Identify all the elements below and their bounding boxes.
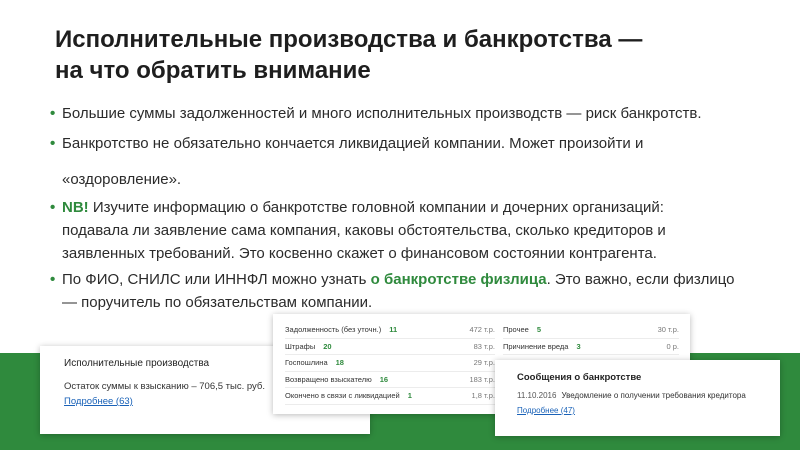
bullet-dot-icon: • <box>50 199 56 216</box>
bullet-text: Изучите информацию о банкротстве головно… <box>88 199 664 216</box>
row-label: Задолженность (без уточн.) <box>285 325 382 335</box>
bullet-text: заявленных требований. Это косвенно скаж… <box>62 245 657 262</box>
row-count: 16 <box>379 374 389 384</box>
row-label: Причинение вреда <box>503 341 569 351</box>
table-row: Штрафы 20 83 т.р. <box>285 339 495 355</box>
bullet-text: «оздоровление». <box>62 171 182 188</box>
row-count: 1 <box>407 391 412 401</box>
table-row: Прочее 5 30 т.р. <box>503 322 679 339</box>
bullet-dot-icon: • <box>50 271 56 288</box>
row-amount: 30 т.р. <box>657 325 679 335</box>
bullet-dot-icon: • <box>50 105 56 122</box>
row-label: Окончено в связи с ликвидацией <box>285 391 400 401</box>
title-line-1: Исполнительные производства и банкротств… <box>55 26 643 53</box>
row-count: 20 <box>323 341 332 351</box>
nb-label: NB! <box>62 199 89 216</box>
card-heading: Сообщения о банкротстве <box>517 372 642 383</box>
bullet-item: • Большие суммы задолженностей и много и… <box>50 102 780 125</box>
table-row: Задолженность (без уточн.) 11 472 т.р. <box>285 322 495 339</box>
row-count: 3 <box>576 341 581 351</box>
table-row: Госпошлина 18 29 т.р. <box>285 355 495 372</box>
bullet-text: Большие суммы задолженностей и много исп… <box>62 105 702 122</box>
message-text: Уведомление о получении требования креди… <box>561 391 746 400</box>
table-row: Причинение вреда 3 0 р. <box>503 339 679 355</box>
row-label: Прочее <box>503 325 529 335</box>
title-line-2: на что обратить внимание <box>55 57 371 84</box>
row-count: 11 <box>389 325 398 335</box>
table-row: Возвращено взыскателю 16 183 т.р. <box>285 372 495 388</box>
slide-title: Исполнительные производства и банкротств… <box>55 24 755 86</box>
details-link[interactable]: Подробнее (63) <box>64 396 133 407</box>
bullet-text: подавала ли заявление сама компания, как… <box>62 222 666 239</box>
row-count: 5 <box>536 325 541 335</box>
row-count: 18 <box>335 358 344 368</box>
message-row: 11.10.2016 Уведомление о получении требов… <box>517 391 758 400</box>
bullet-dot-icon: • <box>50 135 56 152</box>
bankruptcy-messages-card: Сообщения о банкротстве 11.10.2016 Уведом… <box>495 360 780 436</box>
row-amount: 29 т.р. <box>473 358 495 368</box>
row-amount: 83 т.р. <box>473 341 495 351</box>
row-amount: 472 т.р. <box>469 325 495 335</box>
bullet-text: . Это важно, если физлицо <box>546 271 735 288</box>
bullet-item: • По ФИО, СНИЛС или ИННФЛ можно узнать о… <box>50 268 780 314</box>
row-amount: 0 р. <box>666 341 679 351</box>
row-label: Госпошлина <box>285 358 328 368</box>
details-link[interactable]: Подробнее (47) <box>517 406 575 415</box>
row-label: Возвращено взыскателю <box>285 374 372 384</box>
bullet-text: Банкротство не обязательно кончается лик… <box>62 135 644 152</box>
row-amount: 1,8 т.р. <box>471 391 495 401</box>
row-label: Штрафы <box>285 341 316 351</box>
bullet-text: По ФИО, СНИЛС или ИННФЛ можно узнать <box>62 271 371 288</box>
bullet-item: • NB! Изучите информацию о банкротстве г… <box>50 196 780 265</box>
message-date: 11.10.2016 <box>517 391 557 400</box>
bullet-item: • Банкротство не обязательно кончается л… <box>50 132 780 192</box>
highlight-text: о банкротстве физлица <box>370 271 547 288</box>
bullet-text: — поручитель по обязательствам компании. <box>62 294 373 311</box>
breakdown-column-left: Задолженность (без уточн.) 11 472 т.р. Штр… <box>285 322 495 405</box>
row-amount: 183 т.р. <box>469 374 495 384</box>
table-row: Окончено в связи с ликвидацией 1 1,8 т.р. <box>285 388 495 405</box>
bullet-list: • Большие суммы задолженностей и много и… <box>50 102 780 314</box>
